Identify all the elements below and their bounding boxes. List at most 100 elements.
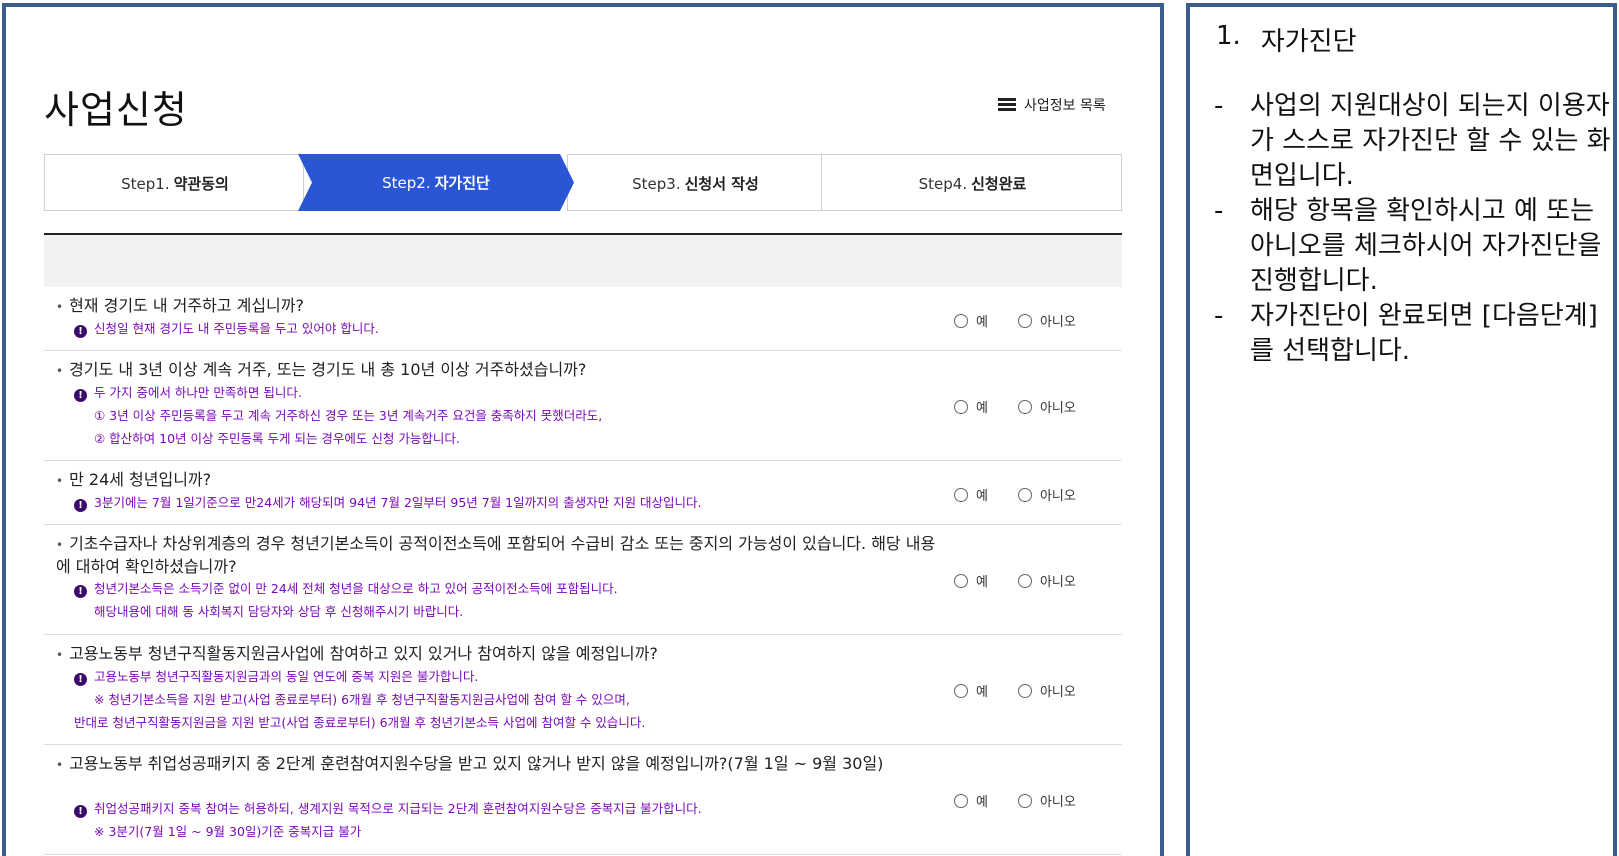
note-text: 3분기에는 7월 1일기준으로 만24세가 해당되며 94년 7월 2일부터 9…: [94, 495, 702, 510]
question-text: 경기도 내 3년 이상 계속 거주, 또는 경기도 내 총 10년 이상 거주하…: [69, 360, 587, 379]
answer-radios: 예 아니오: [954, 397, 1076, 416]
radio-circle-icon[interactable]: [954, 313, 968, 328]
question-text: 기초수급자나 차상위계층의 경우 청년기본소득이 공적이전소득에 포함되어 수급…: [56, 534, 936, 576]
radio-yes-label: 예: [976, 575, 988, 590]
radio-yes-label: 예: [976, 315, 988, 330]
step-indicator: Step1. 약관동의 Step3. 신청서 작성 Step4. 신청완료 Step2…: [44, 154, 1122, 211]
note-sub-text: ※ 3분기(7월 1일 ~ 9월 30일)기준 중복지급 불가: [94, 824, 362, 839]
question-title: • 기초수급자나 차상위계층의 경우 청년기본소득이 공적이전소득에 포함되어 수…: [56, 534, 936, 576]
radio-yes[interactable]: 예: [954, 485, 988, 504]
question-row: • 고용노동부 취업성공패키지 중 2단계 훈련참여지원수당을 받고 있지 않거나…: [44, 745, 1122, 855]
radio-yes[interactable]: 예: [954, 681, 988, 700]
note-text: 청년기본소득은 소득기준 없이 만 24세 전체 청년을 대상으로 하고 있어 …: [94, 581, 618, 596]
heading-number: 1.: [1216, 21, 1241, 51]
radio-no-label: 아니오: [1039, 685, 1076, 700]
description-text: 자가진단이 완료되면 [다음단계]를 선택합니다.: [1250, 301, 1598, 366]
radio-circle-icon[interactable]: [954, 793, 968, 808]
business-list-link[interactable]: 사업정보 목록: [998, 95, 1106, 115]
step-2-label: 자가진단: [434, 174, 490, 192]
radio-no[interactable]: 아니오: [1017, 311, 1076, 330]
radio-no-label: 아니오: [1039, 489, 1076, 504]
radio-yes-label: 예: [976, 685, 988, 700]
radio-no-label: 아니오: [1039, 315, 1076, 330]
description-heading: 1. 자가진단: [1216, 21, 1357, 58]
question-title: • 만 24세 청년입니까?: [56, 470, 212, 489]
step-1-label: 약관동의: [173, 175, 229, 193]
question-text: 만 24세 청년입니까?: [69, 470, 212, 489]
question-note: ! 3분기에는 7월 1일기준으로 만24세가 해당되며 94년 7월 2일부터 …: [74, 491, 702, 514]
description-list: - 사업의 지원대상이 되는지 이용자가 스스로 자가진단 할 수 있는 화면입니…: [1214, 89, 1614, 369]
business-list-label: 사업정보 목록: [1024, 98, 1106, 114]
exclamation-icon: !: [74, 389, 87, 402]
radio-yes[interactable]: 예: [954, 311, 988, 330]
note-text: 신청일 현재 경기도 내 주민등록을 두고 있어야 합니다.: [94, 321, 379, 336]
question-row: • 만 24세 청년입니까? ! 3분기에는 7월 1일기준으로 만24세가 해당되…: [44, 461, 1122, 525]
description-item: - 해당 항목을 확인하시고 예 또는 아니오를 체크하시어 자가진단을 진행합니…: [1214, 194, 1614, 299]
page-title: 사업신청: [44, 88, 188, 132]
answer-radios: 예 아니오: [954, 681, 1076, 700]
radio-circle-icon[interactable]: [1017, 399, 1032, 414]
exclamation-icon: !: [74, 805, 87, 818]
radio-circle-icon[interactable]: [954, 487, 968, 502]
description-text: 사업의 지원대상이 되는지 이용자가 스스로 자가진단 할 수 있는 화면입니다…: [1250, 91, 1611, 191]
step-4-prefix: Step4.: [918, 174, 968, 193]
question-text: 현재 경기도 내 거주하고 계십니까?: [69, 296, 304, 315]
radio-circle-icon[interactable]: [954, 399, 968, 414]
radio-yes-label: 예: [976, 401, 988, 416]
radio-no[interactable]: 아니오: [1017, 791, 1076, 810]
note-sub-text: 반대로 청년구직활동지원금을 지원 받고(사업 종료로부터) 6개월 후 청년기…: [74, 715, 646, 730]
question-row: • 기초수급자나 차상위계층의 경우 청년기본소득이 공적이전소득에 포함되어 수…: [44, 525, 1122, 635]
screenshot-panel: 사업신청 사업정보 목록 Step1. 약관동의 Step3. 신청서 작성 Ste…: [2, 3, 1164, 856]
question-note: ! 신청일 현재 경기도 내 주민등록을 두고 있어야 합니다.: [74, 317, 379, 340]
note-sub-text: ① 3년 이상 주민등록을 두고 계속 거주하신 경우 또는 3년 계속거주 요…: [94, 408, 603, 423]
radio-yes[interactable]: 예: [954, 791, 988, 810]
description-panel: 1. 자가진단 - 사업의 지원대상이 되는지 이용자가 스스로 자가진단 할 수…: [1186, 3, 1617, 856]
exclamation-icon: !: [74, 585, 87, 598]
answer-radios: 예 아니오: [954, 571, 1076, 590]
step-1-prefix: Step1.: [121, 174, 170, 193]
radio-no[interactable]: 아니오: [1017, 571, 1076, 590]
radio-circle-icon[interactable]: [1017, 683, 1032, 698]
step-4-label: 신청완료: [971, 175, 1027, 193]
answer-radios: 예 아니오: [954, 311, 1076, 330]
radio-yes-label: 예: [976, 795, 988, 810]
radio-no[interactable]: 아니오: [1017, 397, 1076, 416]
question-row: • 고용노동부 청년구직활동지원금사업에 참여하고 있지 있거나 참여하지 않을 …: [44, 635, 1122, 745]
step-2-active: Step2. 자가진단: [298, 154, 574, 211]
question-row: • 현재 경기도 내 거주하고 계십니까? ! 신청일 현재 경기도 내 주민등록을…: [44, 287, 1122, 351]
step-3-prefix: Step3.: [632, 174, 681, 193]
radio-no-label: 아니오: [1039, 401, 1076, 416]
radio-no[interactable]: 아니오: [1017, 681, 1076, 700]
question-note: ! 고용노동부 청년구직활동지원금과의 동일 연도에 중복 지원은 불가합니다. …: [74, 665, 645, 734]
radio-circle-icon[interactable]: [954, 683, 968, 698]
note-text: 취업성공패키지 중복 참여는 허용하되, 생계지원 목적으로 지급되는 2단계 …: [94, 801, 702, 816]
description-item: - 사업의 지원대상이 되는지 이용자가 스스로 자가진단 할 수 있는 화면입니…: [1214, 89, 1614, 194]
radio-no-label: 아니오: [1039, 795, 1076, 810]
radio-circle-icon[interactable]: [1017, 793, 1032, 808]
question-title: • 고용노동부 취업성공패키지 중 2단계 훈련참여지원수당을 받고 있지 않거나…: [56, 754, 884, 773]
answer-radios: 예 아니오: [954, 485, 1076, 504]
step-4: Step4. 신청완료: [821, 154, 1122, 211]
radio-circle-icon[interactable]: [1017, 313, 1032, 328]
question-note: ! 청년기본소득은 소득기준 없이 만 24세 전체 청년을 대상으로 하고 있어…: [74, 577, 618, 623]
question-text: 고용노동부 취업성공패키지 중 2단계 훈련참여지원수당을 받고 있지 않거나 …: [69, 754, 884, 773]
step-2-prefix: Step2.: [382, 173, 431, 192]
radio-no[interactable]: 아니오: [1017, 485, 1076, 504]
description-text: 해당 항목을 확인하시고 예 또는 아니오를 체크하시어 자가진단을 진행합니다…: [1250, 196, 1602, 296]
heading-text: 자가진단: [1260, 27, 1357, 57]
step-1: Step1. 약관동의: [44, 154, 304, 211]
radio-no-label: 아니오: [1039, 575, 1076, 590]
menu-list-icon: [998, 98, 1016, 112]
radio-circle-icon[interactable]: [1017, 487, 1032, 502]
answer-radios: 예 아니오: [954, 791, 1076, 810]
question-title: • 고용노동부 청년구직활동지원금사업에 참여하고 있지 있거나 참여하지 않을 …: [56, 644, 658, 663]
table-header-band: [44, 235, 1122, 287]
question-text: 고용노동부 청년구직활동지원금사업에 참여하고 있지 있거나 참여하지 않을 예…: [69, 644, 658, 663]
question-note: ! 두 가지 중에서 하나만 만족하면 됩니다. ① 3년 이상 주민등록을 두고…: [74, 381, 602, 450]
note-text: 고용노동부 청년구직활동지원금과의 동일 연도에 중복 지원은 불가합니다.: [94, 669, 479, 684]
radio-circle-icon[interactable]: [1017, 573, 1032, 588]
radio-yes[interactable]: 예: [954, 571, 988, 590]
radio-circle-icon[interactable]: [954, 573, 968, 588]
step-3: Step3. 신청서 작성: [567, 154, 822, 211]
radio-yes[interactable]: 예: [954, 397, 988, 416]
